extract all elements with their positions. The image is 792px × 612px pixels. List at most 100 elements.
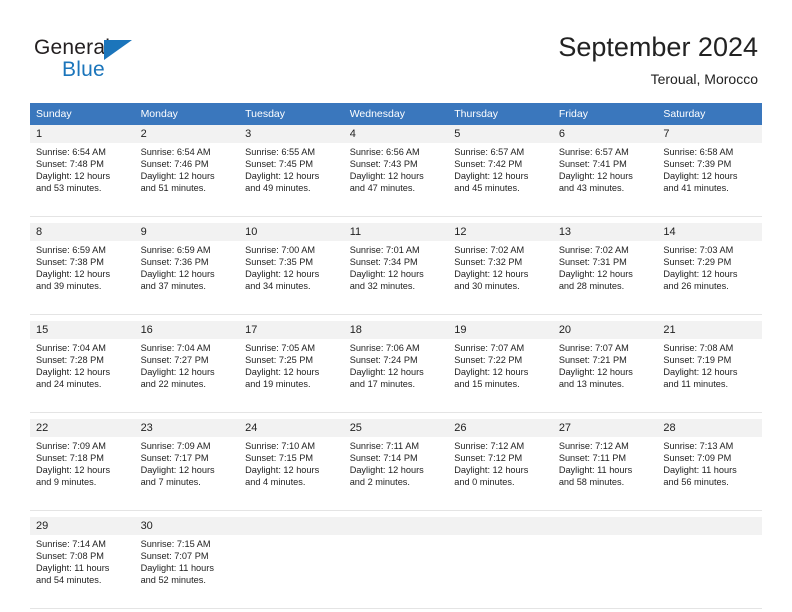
day-sunrise-line: Sunrise: 6:56 AM: [349, 147, 420, 157]
day-detail-cell[interactable]: Sunrise: 7:12 AM Sunset: 7:11 PM Daylight:…: [552, 437, 658, 511]
day-number-cell[interactable]: 21: [657, 320, 762, 339]
day-number-cell[interactable]: 7: [657, 125, 762, 143]
week-detail-row: Sunrise: 7:14 AM Sunset: 7:08 PM Daylight:…: [30, 535, 762, 609]
day-daylight-line: and 58 minutes.: [558, 477, 625, 488]
day-number-cell[interactable]: 20: [552, 320, 658, 339]
week-number-row: 8 9 10 11 12 13 14: [30, 222, 762, 241]
day-sunset-line: Sunset: 7:41 PM: [558, 159, 627, 170]
day-detail-cell[interactable]: Sunrise: 6:57 AM Sunset: 7:42 PM Daylight:…: [448, 143, 553, 217]
day-detail-cell[interactable]: Sunrise: 6:58 AM Sunset: 7:39 PM Daylight:…: [657, 143, 762, 217]
day-detail-cell[interactable]: Sunrise: 7:07 AM Sunset: 7:22 PM Daylight:…: [448, 339, 553, 413]
day-number-cell[interactable]: 25: [343, 418, 449, 437]
day-detail-cell[interactable]: Sunrise: 7:11 AM Sunset: 7:14 PM Daylight:…: [343, 437, 449, 511]
day-detail-cell[interactable]: Sunrise: 7:02 AM Sunset: 7:31 PM Daylight:…: [552, 241, 658, 315]
day-detail-cell[interactable]: Sunrise: 7:03 AM Sunset: 7:29 PM Daylight:…: [657, 241, 762, 315]
day-sunset-line: Sunset: 7:42 PM: [454, 159, 523, 170]
day-number-cell[interactable]: 12: [448, 222, 553, 241]
day-daylight-line: Daylight: 12 hours: [454, 465, 529, 476]
day-number-cell[interactable]: 24: [239, 418, 344, 437]
day-daylight-line: Daylight: 12 hours: [663, 171, 738, 182]
generalblue-logo[interactable]: General Blue: [34, 36, 234, 84]
day-sunset-line: Sunset: 7:35 PM: [245, 257, 314, 268]
day-sunset-line: Sunset: 7:22 PM: [454, 355, 523, 366]
day-sunset-line: Sunset: 7:34 PM: [349, 257, 418, 268]
day-number-cell: [239, 516, 344, 535]
day-detail-cell[interactable]: Sunrise: 7:04 AM Sunset: 7:28 PM Daylight:…: [30, 339, 135, 413]
day-daylight-line: Daylight: 12 hours: [663, 367, 738, 378]
day-daylight-line: Daylight: 12 hours: [349, 367, 424, 378]
day-number-cell[interactable]: 23: [134, 418, 240, 437]
day-daylight-line: Daylight: 12 hours: [454, 367, 529, 378]
day-daylight-line: and 45 minutes.: [454, 183, 520, 194]
week-number-row: 29 30: [30, 516, 762, 535]
day-number-cell[interactable]: 8: [30, 222, 135, 241]
day-number-cell[interactable]: 30: [134, 516, 240, 535]
day-sunset-line: Sunset: 7:07 PM: [140, 551, 209, 562]
day-number-cell[interactable]: 3: [239, 125, 344, 143]
day-detail-cell[interactable]: Sunrise: 6:55 AM Sunset: 7:45 PM Daylight:…: [239, 143, 344, 217]
day-detail-cell[interactable]: Sunrise: 6:59 AM Sunset: 7:36 PM Daylight:…: [134, 241, 240, 315]
day-daylight-line: and 37 minutes.: [140, 281, 206, 292]
day-detail-cell[interactable]: Sunrise: 6:57 AM Sunset: 7:41 PM Daylight:…: [552, 143, 658, 217]
day-detail-cell[interactable]: Sunrise: 6:54 AM Sunset: 7:48 PM Daylight:…: [30, 143, 135, 217]
day-number-cell[interactable]: 6: [552, 125, 658, 143]
day-detail-cell[interactable]: Sunrise: 7:15 AM Sunset: 7:07 PM Daylight:…: [134, 535, 240, 609]
day-detail-cell[interactable]: Sunrise: 7:12 AM Sunset: 7:12 PM Daylight:…: [448, 437, 553, 511]
day-sunrise-line: Sunrise: 7:04 AM: [140, 343, 211, 353]
day-detail-cell[interactable]: Sunrise: 7:10 AM Sunset: 7:15 PM Daylight:…: [239, 437, 344, 511]
day-number-cell[interactable]: 28: [657, 418, 762, 437]
day-detail-cell[interactable]: Sunrise: 7:01 AM Sunset: 7:34 PM Daylight:…: [343, 241, 449, 315]
day-number-cell[interactable]: 18: [343, 320, 449, 339]
day-sunrise-line: Sunrise: 6:59 AM: [140, 245, 211, 255]
day-number-cell[interactable]: 15: [30, 320, 135, 339]
day-sunset-line: Sunset: 7:46 PM: [140, 159, 209, 170]
day-detail-cell[interactable]: Sunrise: 7:09 AM Sunset: 7:17 PM Daylight:…: [134, 437, 240, 511]
day-number-cell[interactable]: 22: [30, 418, 135, 437]
day-daylight-line: and 43 minutes.: [558, 183, 625, 194]
day-daylight-line: Daylight: 12 hours: [558, 171, 633, 182]
day-daylight-line: Daylight: 12 hours: [36, 171, 111, 182]
day-sunrise-line: Sunrise: 7:06 AM: [349, 343, 420, 353]
day-daylight-line: and 17 minutes.: [349, 379, 416, 390]
day-detail-cell[interactable]: Sunrise: 7:14 AM Sunset: 7:08 PM Daylight:…: [30, 535, 135, 609]
day-number-cell[interactable]: 9: [134, 222, 240, 241]
logo-text-blue: Blue: [62, 58, 105, 81]
day-daylight-line: Daylight: 11 hours: [140, 563, 214, 574]
day-detail-cell[interactable]: Sunrise: 6:56 AM Sunset: 7:43 PM Daylight:…: [343, 143, 449, 217]
day-sunset-line: Sunset: 7:27 PM: [140, 355, 209, 366]
day-detail-cell[interactable]: Sunrise: 7:00 AM Sunset: 7:35 PM Daylight:…: [239, 241, 344, 315]
day-detail-cell[interactable]: Sunrise: 7:07 AM Sunset: 7:21 PM Daylight:…: [552, 339, 658, 413]
day-number-cell[interactable]: 4: [343, 125, 449, 143]
day-number-cell[interactable]: 27: [552, 418, 658, 437]
day-detail-cell[interactable]: Sunrise: 7:02 AM Sunset: 7:32 PM Daylight:…: [448, 241, 553, 315]
day-detail-cell[interactable]: Sunrise: 7:09 AM Sunset: 7:18 PM Daylight:…: [30, 437, 135, 511]
day-number-cell[interactable]: 1: [30, 125, 135, 143]
day-detail-cell[interactable]: Sunrise: 7:08 AM Sunset: 7:19 PM Daylight:…: [657, 339, 762, 413]
day-detail-cell-empty: [343, 535, 449, 609]
weekday-header-tuesday: Tuesday: [239, 103, 344, 125]
day-number-cell: [343, 516, 449, 535]
day-number-cell[interactable]: 14: [657, 222, 762, 241]
day-detail-cell-empty: [552, 535, 658, 609]
day-daylight-line: and 11 minutes.: [663, 379, 729, 390]
day-daylight-line: and 9 minutes.: [36, 477, 97, 488]
day-detail-cell[interactable]: Sunrise: 6:54 AM Sunset: 7:46 PM Daylight:…: [134, 143, 240, 217]
day-number-cell[interactable]: 10: [239, 222, 344, 241]
day-number-cell[interactable]: 11: [343, 222, 449, 241]
day-number-cell[interactable]: 13: [552, 222, 658, 241]
day-detail-cell[interactable]: Sunrise: 6:59 AM Sunset: 7:38 PM Daylight:…: [30, 241, 135, 315]
day-number-cell[interactable]: 19: [448, 320, 553, 339]
day-number-cell[interactable]: 26: [448, 418, 553, 437]
day-number-cell[interactable]: 29: [30, 516, 135, 535]
day-detail-cell[interactable]: Sunrise: 7:05 AM Sunset: 7:25 PM Daylight:…: [239, 339, 344, 413]
day-daylight-line: and 32 minutes.: [349, 281, 416, 292]
day-daylight-line: Daylight: 12 hours: [349, 171, 424, 182]
day-detail-cell[interactable]: Sunrise: 7:13 AM Sunset: 7:09 PM Daylight:…: [657, 437, 762, 511]
day-number-cell[interactable]: 16: [134, 320, 240, 339]
day-number-cell[interactable]: 17: [239, 320, 344, 339]
day-number-cell[interactable]: 5: [448, 125, 553, 143]
day-number-cell[interactable]: 2: [134, 125, 240, 143]
day-detail-cell[interactable]: Sunrise: 7:04 AM Sunset: 7:27 PM Daylight:…: [134, 339, 240, 413]
day-daylight-line: and 39 minutes.: [36, 281, 102, 292]
day-detail-cell[interactable]: Sunrise: 7:06 AM Sunset: 7:24 PM Daylight:…: [343, 339, 449, 413]
